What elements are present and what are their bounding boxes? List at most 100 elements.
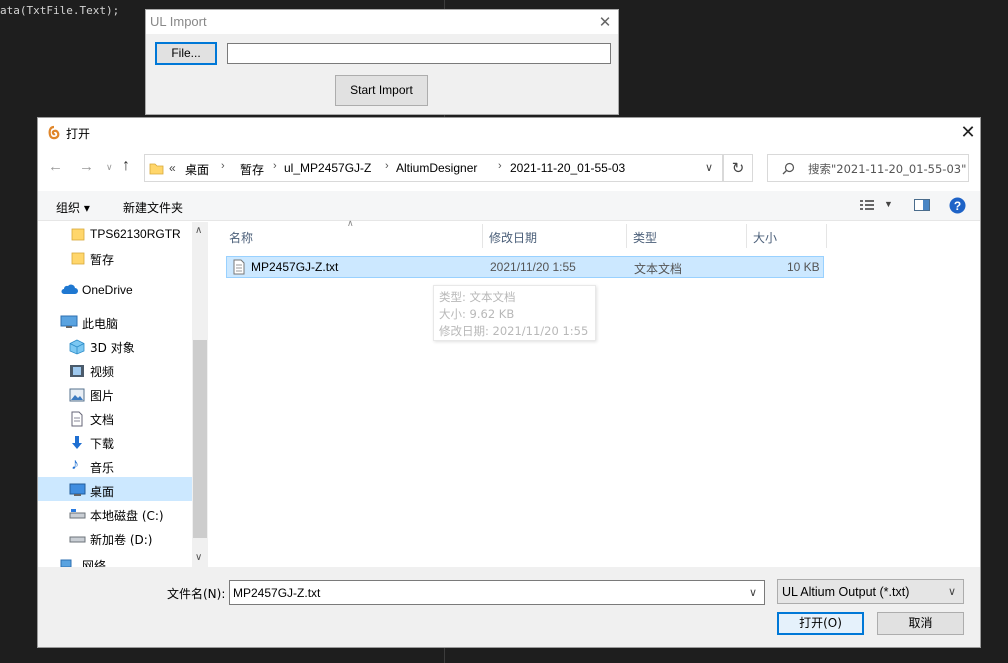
ul-import-title: UL Import: [150, 14, 207, 29]
recent-locations-chevron-icon[interactable]: ∨: [106, 162, 113, 173]
back-arrow-icon[interactable]: ←: [48, 158, 63, 175]
new-folder-button[interactable]: 新建文件夹: [123, 199, 183, 216]
nav-item-pictures[interactable]: 图片: [90, 387, 114, 404]
dialog-title: 打开: [66, 127, 91, 141]
column-header-type[interactable]: 类型: [633, 229, 657, 246]
desktop-icon: [69, 483, 86, 496]
breadcrumb-item-date-folder[interactable]: 2021-11-20_01-55-03: [510, 161, 625, 175]
drive-icon: [69, 509, 86, 519]
nav-selection-highlight: [38, 477, 192, 501]
drive-icon: [69, 536, 86, 543]
address-bar[interactable]: « 桌面 › 暂存 › ul_MP2457GJ-Z › AltiumDesign…: [144, 154, 723, 182]
view-options-icon[interactable]: [860, 199, 876, 211]
nav-item-3d-objects[interactable]: 3D 对象: [90, 339, 135, 356]
breadcrumb-item-altium[interactable]: AltiumDesigner: [396, 161, 477, 175]
breadcrumb-item-staging[interactable]: 暂存: [240, 161, 264, 178]
picture-icon: [69, 388, 85, 402]
tooltip-modified: 修改日期: 2021/11/20 1:55: [439, 324, 589, 338]
breadcrumb-item-desktop[interactable]: 桌面: [185, 161, 209, 178]
breadcrumb-separator-icon[interactable]: ›: [385, 160, 389, 172]
filename-dropdown-chevron-icon[interactable]: ∨: [749, 586, 757, 599]
column-separator[interactable]: [482, 224, 483, 248]
tooltip-type: 类型: 文本文档: [439, 290, 516, 304]
computer-icon: [60, 315, 78, 328]
dialog-close-icon[interactable]: ✕: [954, 120, 982, 146]
search-box[interactable]: 搜索"2021-11-20_01-55-03": [767, 154, 969, 182]
start-import-button[interactable]: Start Import: [335, 75, 428, 106]
nav-item-network[interactable]: 网络: [82, 557, 106, 567]
code-line: ata(TxtFile.Text);: [0, 4, 120, 17]
scroll-up-arrow-icon[interactable]: ∧: [195, 225, 202, 236]
navigation-pane: TPS62130RGTR 暂存 OneDrive 此电脑 3D 对象 视频 图片…: [38, 222, 208, 567]
nav-item-onedrive[interactable]: OneDrive: [82, 283, 133, 297]
ul-import-titlebar: UL Import ✕: [146, 10, 618, 34]
cloud-icon: [61, 284, 78, 294]
column-separator[interactable]: [746, 224, 747, 248]
file-button[interactable]: File...: [155, 42, 217, 65]
up-arrow-icon[interactable]: ↑: [122, 157, 130, 175]
nav-item-this-pc[interactable]: 此电脑: [82, 315, 118, 332]
svg-text:?: ?: [954, 199, 961, 213]
download-icon: [72, 436, 82, 449]
breadcrumb-item-ul[interactable]: ul_MP2457GJ-Z: [284, 161, 371, 175]
column-header-modified[interactable]: 修改日期: [489, 229, 537, 246]
file-name: MP2457GJ-Z.txt: [251, 260, 339, 274]
nav-item-videos[interactable]: 视频: [90, 363, 114, 380]
video-icon: [70, 365, 84, 377]
filename-label: 文件名(N):: [167, 587, 226, 601]
organize-menu[interactable]: 组织 ▾: [56, 199, 90, 216]
network-icon: [60, 559, 72, 567]
breadcrumb-separator-icon[interactable]: ›: [273, 160, 277, 172]
breadcrumb-separator-icon[interactable]: ›: [221, 160, 225, 172]
nav-item-desktop[interactable]: 桌面: [90, 483, 114, 500]
open-button[interactable]: 打开(O): [777, 612, 864, 635]
folder-icon: [71, 228, 85, 241]
music-icon: ♪: [71, 456, 79, 473]
file-tooltip: 类型: 文本文档 大小: 9.62 KB 修改日期: 2021/11/20 1:…: [433, 285, 596, 341]
text-file-icon: [233, 259, 245, 275]
file-type: 文本文档: [634, 262, 683, 276]
cancel-button[interactable]: 取消: [877, 612, 964, 635]
nav-item-drive-c[interactable]: 本地磁盘 (C:): [90, 507, 164, 524]
address-dropdown-chevron-icon[interactable]: ∨: [705, 161, 713, 174]
breadcrumb-separator-icon[interactable]: ›: [498, 160, 502, 172]
help-icon[interactable]: ?: [949, 197, 966, 214]
nav-item-downloads[interactable]: 下载: [90, 435, 114, 452]
refresh-icon[interactable]: ↻: [723, 154, 753, 182]
preview-pane-icon[interactable]: [914, 199, 931, 212]
folder-icon: [71, 252, 85, 265]
file-path-input[interactable]: [227, 43, 611, 64]
nav-item-staging[interactable]: 暂存: [90, 251, 114, 268]
search-placeholder: 搜索"2021-11-20_01-55-03": [808, 162, 967, 176]
nav-item-drive-d[interactable]: 新加卷 (D:): [90, 531, 152, 548]
column-separator[interactable]: [826, 224, 827, 248]
navigation-scrollbar[interactable]: ∧ ∨: [192, 222, 208, 567]
column-header-size[interactable]: 大小: [753, 229, 777, 246]
app-logo-icon: [48, 125, 60, 140]
nav-item-documents[interactable]: 文档: [90, 411, 114, 428]
filename-value[interactable]: MP2457GJ-Z.txt: [233, 586, 320, 600]
cube-icon: [69, 339, 85, 355]
column-header-name[interactable]: 名称: [229, 229, 253, 246]
forward-arrow-icon[interactable]: →: [79, 158, 94, 175]
nav-item-music[interactable]: 音乐: [90, 459, 114, 476]
scroll-down-arrow-icon[interactable]: ∨: [195, 552, 202, 563]
ul-import-close-icon[interactable]: ✕: [594, 11, 616, 33]
ul-import-window: UL Import ✕ File... Start Import: [145, 9, 619, 115]
column-separator[interactable]: [626, 224, 627, 248]
filetype-value[interactable]: UL Altium Output (*.txt): [782, 585, 909, 599]
filetype-select[interactable]: UL Altium Output (*.txt) ∨: [777, 579, 964, 604]
view-dropdown-icon[interactable]: ▼: [884, 199, 893, 209]
file-row[interactable]: MP2457GJ-Z.txt 2021/11/20 1:55 文本文档 10 K…: [226, 256, 824, 278]
open-file-dialog: 打开 ✕ ← → ∨ ↑ « 桌面 › 暂存 › ul_MP2457GJ-Z ›…: [37, 117, 981, 648]
filetype-dropdown-chevron-icon[interactable]: ∨: [948, 585, 956, 598]
breadcrumb-overflow[interactable]: «: [169, 161, 176, 175]
sort-ascending-icon: ∧: [347, 218, 354, 228]
tooltip-size: 大小: 9.62 KB: [439, 307, 515, 321]
filename-input[interactable]: MP2457GJ-Z.txt ∨: [229, 580, 765, 605]
command-bar: 组织 ▾ 新建文件夹 ▼ ?: [38, 191, 980, 221]
scrollbar-thumb[interactable]: [193, 340, 207, 538]
file-size: 10 KB: [787, 260, 820, 274]
search-icon: [782, 162, 795, 175]
nav-item-tps62130rgtr[interactable]: TPS62130RGTR: [90, 227, 181, 241]
